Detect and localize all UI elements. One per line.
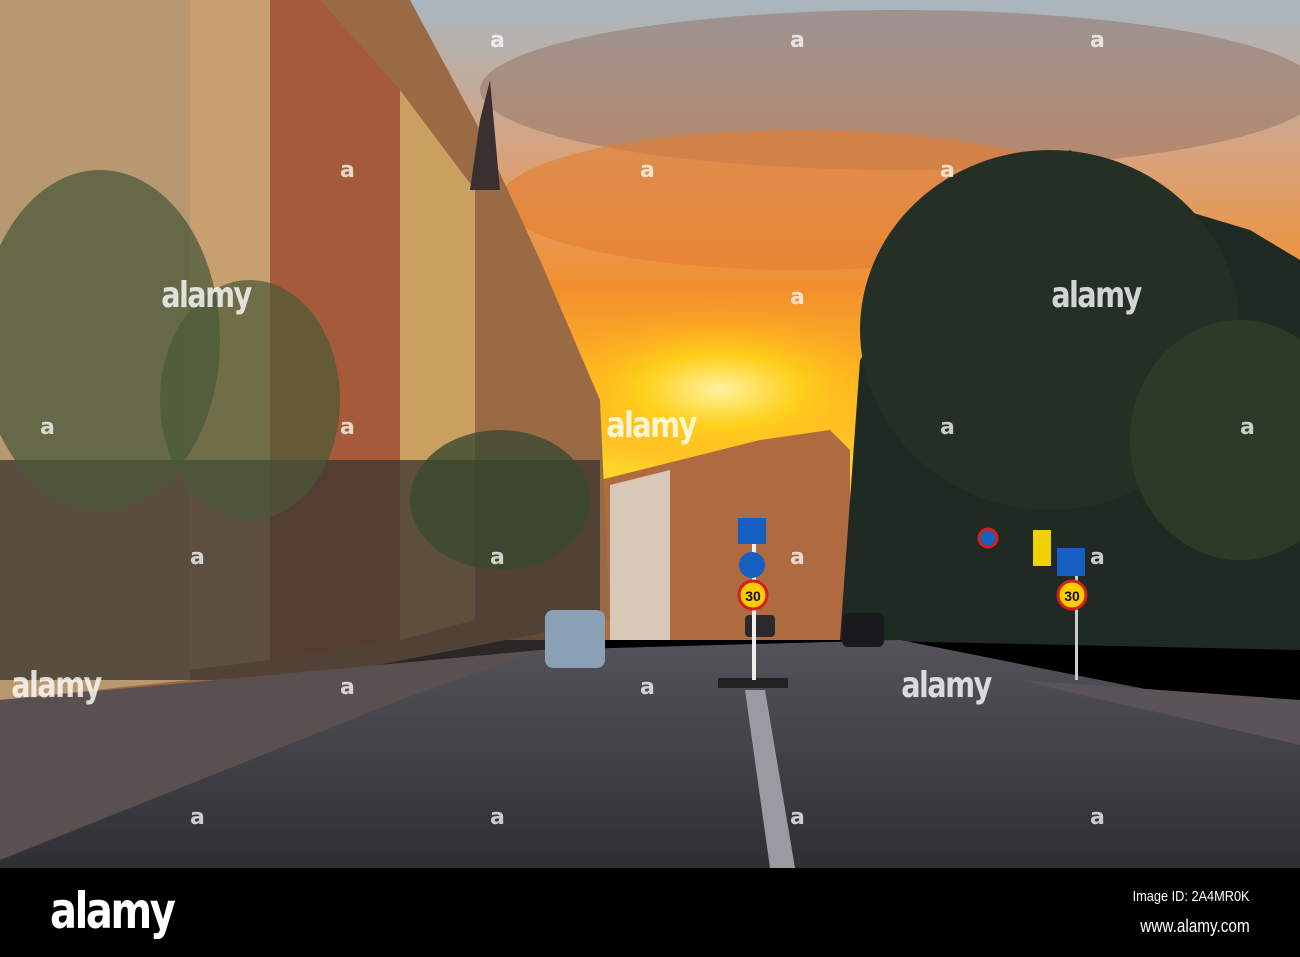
watermark-mark: a bbox=[340, 675, 355, 700]
website-link: www.alamy.com bbox=[1140, 916, 1250, 936]
watermark-mark: a bbox=[790, 285, 805, 310]
alamy-logo: alamy bbox=[50, 882, 176, 940]
speed-limit-sign: 30 bbox=[745, 588, 761, 604]
watermark-mark: a bbox=[1090, 545, 1105, 570]
watermark-mark: a bbox=[190, 805, 205, 830]
watermark-mark: a bbox=[640, 158, 655, 183]
watermark-mark: a bbox=[640, 675, 655, 700]
watermark-word: alamy bbox=[1051, 275, 1142, 316]
watermark-word: alamy bbox=[606, 405, 697, 446]
watermark-mark: a bbox=[940, 158, 955, 183]
watermark-mark: a bbox=[1090, 28, 1105, 53]
footer-bar: alamy Image ID: 2A4MR0K www.alamy.com bbox=[0, 868, 1300, 957]
speed-limit-sign: 30 bbox=[1064, 588, 1080, 604]
watermark-mark: a bbox=[1240, 415, 1255, 440]
watermark-mark: a bbox=[490, 545, 505, 570]
watermark-mark: a bbox=[340, 415, 355, 440]
watermark-word: alamy bbox=[901, 665, 992, 706]
watermark-mark: a bbox=[490, 805, 505, 830]
watermark-mark: a bbox=[790, 545, 805, 570]
watermark-mark: a bbox=[190, 545, 205, 570]
watermark-mark: a bbox=[1090, 805, 1105, 830]
watermark-mark: a bbox=[490, 28, 505, 53]
watermark-word: alamy bbox=[161, 275, 252, 316]
watermark-mark: a bbox=[790, 805, 805, 830]
watermark-mark: a bbox=[790, 28, 805, 53]
watermark-mark: a bbox=[940, 415, 955, 440]
image-id: Image ID: 2A4MR0K bbox=[1133, 888, 1250, 905]
watermark-mark: a bbox=[340, 158, 355, 183]
watermark-mark: a bbox=[40, 415, 55, 440]
watermark-word: alamy bbox=[11, 665, 102, 706]
